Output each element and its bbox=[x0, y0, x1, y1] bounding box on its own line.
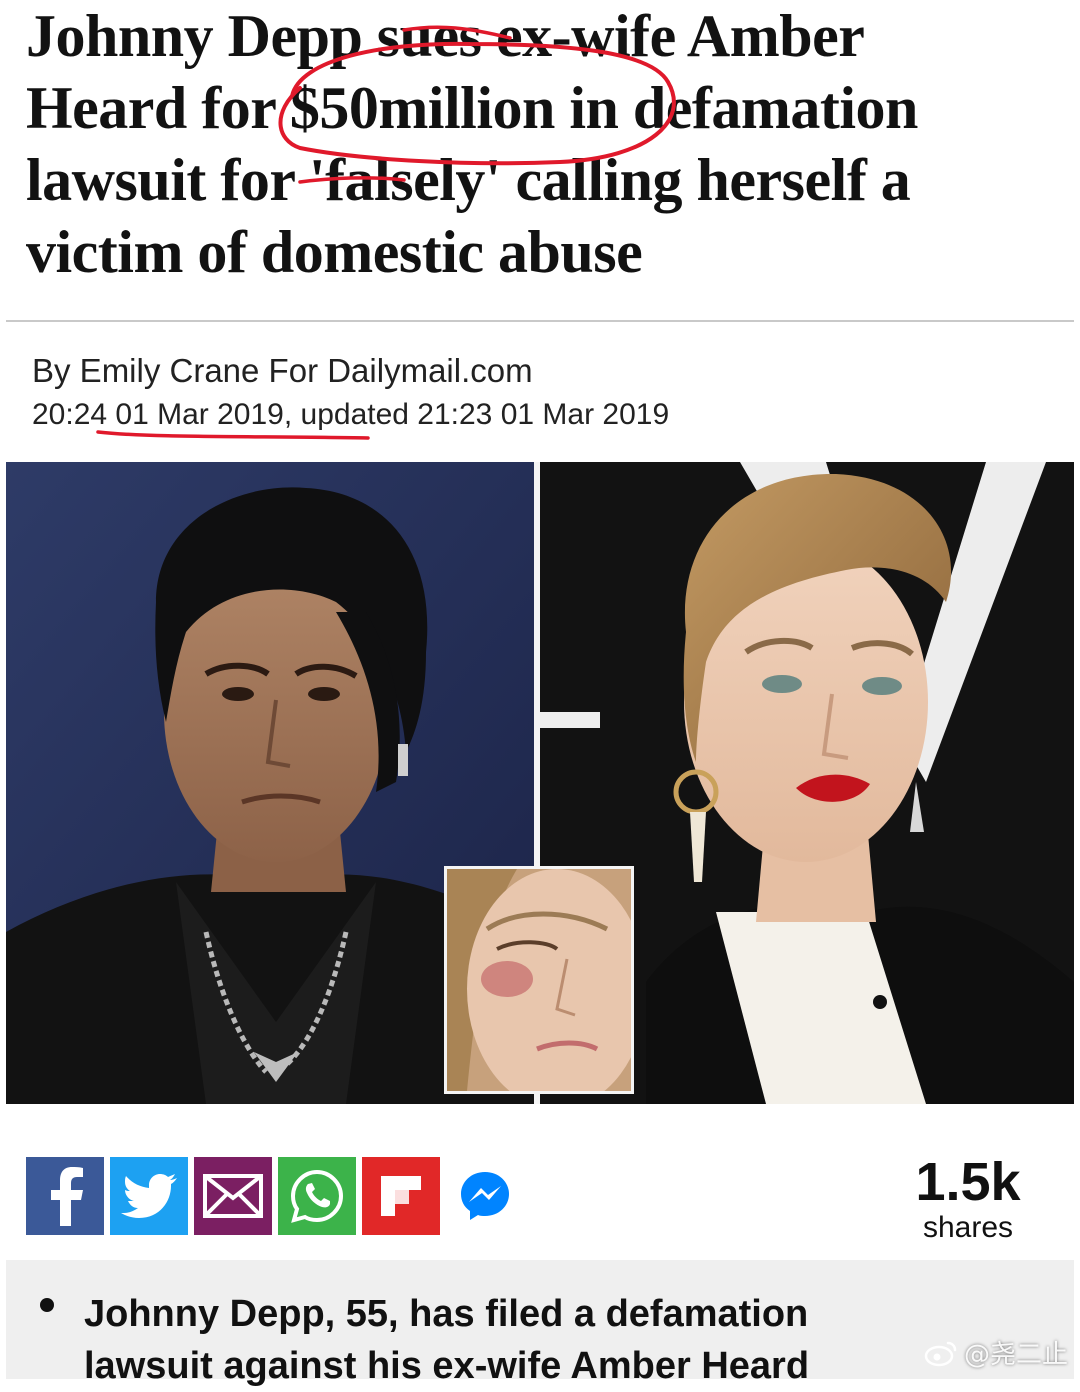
summary-bullet-dot bbox=[40, 1298, 54, 1312]
headline-line: Heard for $50million in defamation bbox=[26, 75, 918, 141]
summary-line: lawsuit against his ex-wife Amber Heard bbox=[84, 1345, 810, 1387]
share-facebook-button[interactable] bbox=[26, 1157, 104, 1235]
twitter-icon bbox=[121, 1174, 177, 1218]
whatsapp-icon bbox=[290, 1169, 344, 1223]
weibo-icon bbox=[924, 1341, 957, 1366]
weibo-watermark: @尧二止 bbox=[924, 1334, 1068, 1371]
share-twitter-button[interactable] bbox=[110, 1157, 188, 1235]
share-count-number: 1.5k bbox=[915, 1152, 1021, 1212]
article-byline[interactable]: By Emily Crane For Dailymail.com bbox=[32, 352, 533, 390]
summary-line: Johnny Depp, 55, has filed a defamation bbox=[84, 1293, 809, 1335]
share-flipboard-button[interactable] bbox=[362, 1157, 440, 1235]
share-count-label: shares bbox=[922, 1211, 1014, 1244]
watermark-text: @尧二止 bbox=[963, 1340, 1068, 1370]
headline-line: lawsuit for 'falsely' calling herself a bbox=[26, 147, 911, 213]
share-whatsapp-button[interactable] bbox=[278, 1157, 356, 1235]
share-messenger-button[interactable] bbox=[446, 1157, 524, 1235]
article-headline: Johnny Depp sues ex-wife Amber Heard for… bbox=[26, 0, 1066, 288]
date-underline-annotation bbox=[96, 430, 370, 440]
article-dateline: 20:24 01 Mar 2019, updated 21:23 01 Mar … bbox=[32, 398, 670, 431]
headline-line: Johnny Depp sues ex-wife Amber bbox=[26, 3, 865, 69]
summary-bullet-text: Johnny Depp, 55, has filed a defamation … bbox=[84, 1288, 809, 1392]
share-buttons bbox=[26, 1157, 524, 1235]
messenger-icon bbox=[461, 1172, 509, 1220]
facebook-icon bbox=[51, 1167, 83, 1226]
inset-bruise-photo[interactable] bbox=[444, 866, 634, 1094]
headline-divider bbox=[6, 320, 1074, 322]
article-summary: Johnny Depp, 55, has filed a defamation … bbox=[6, 1260, 1074, 1387]
share-count: 1.5k shares bbox=[888, 1152, 1048, 1244]
email-icon bbox=[203, 1174, 263, 1218]
headline-line: victim of domestic abuse bbox=[26, 219, 643, 285]
share-email-button[interactable] bbox=[194, 1157, 272, 1235]
flipboard-icon bbox=[381, 1176, 421, 1216]
